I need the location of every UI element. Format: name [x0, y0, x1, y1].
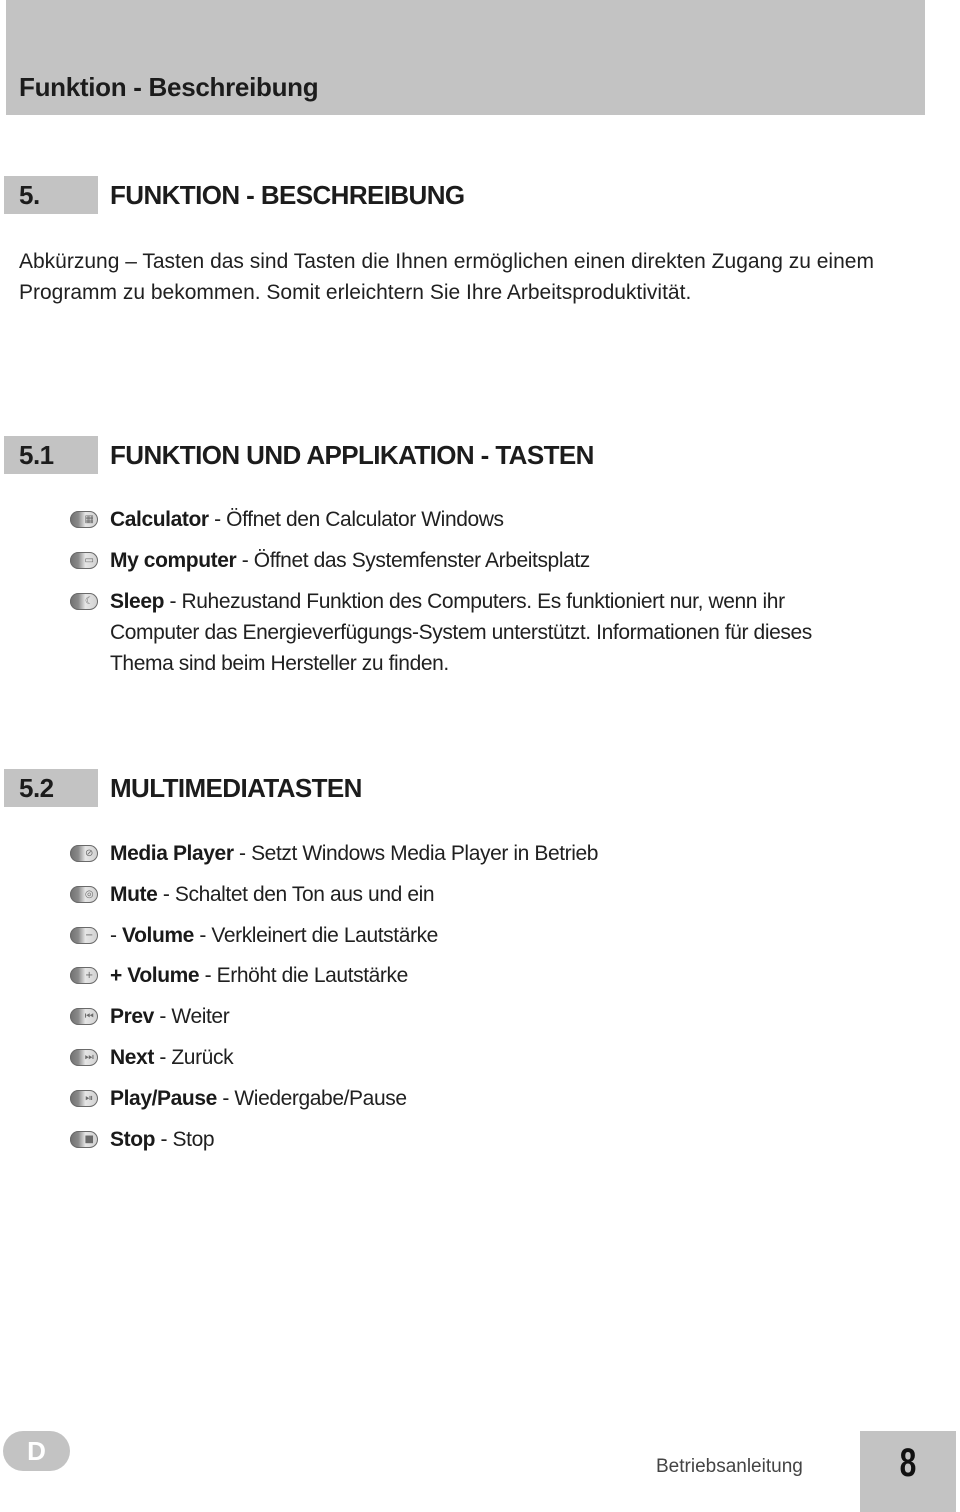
item-desc: - Verkleinert die Lautstärke — [193, 924, 438, 947]
prev-key-icon: ⏮ — [70, 1008, 98, 1025]
section-number-box: 5. — [4, 176, 98, 214]
item-desc: - Ruhezustand Funktion des Computers. Es… — [110, 590, 812, 675]
next-key-icon: ⏭ — [70, 1049, 98, 1066]
item-desc: - Weiter — [153, 1005, 230, 1028]
item-label: Prev — [110, 1005, 154, 1028]
volume-down-key-icon: − — [70, 927, 98, 944]
section-number: 5. — [19, 180, 40, 210]
list-item-media-player: ⊘ Media Player - Setzt Windows Media Pla… — [70, 838, 890, 869]
item-desc: - Wiedergabe/Pause — [216, 1087, 407, 1110]
list-item-play-pause: ⏯ Play/Pause - Wiedergabe/Pause — [70, 1083, 890, 1114]
section-5-heading: 5. FUNKTION - BESCHREIBUNG — [4, 176, 904, 214]
item-desc: - Setzt Windows Media Player in Betrieb — [233, 842, 599, 865]
item-label: Media Player — [110, 842, 234, 865]
item-label: Play/Pause — [110, 1087, 217, 1110]
item-desc: - Stop — [155, 1128, 215, 1151]
item-label: My computer — [110, 549, 237, 572]
calculator-key-icon: ▦ — [70, 511, 98, 528]
footer-label: Betriebsanleitung — [656, 1456, 803, 1477]
item-label: Calculator — [110, 508, 209, 531]
item-desc: - Öffnet den Calculator Windows — [208, 508, 504, 531]
section-number-box: 5.2 — [4, 769, 98, 807]
list-item-calculator: ▦ Calculator - Öffnet den Calculator Win… — [70, 504, 890, 535]
item-label: Mute — [110, 883, 158, 906]
item-label: Sleep — [110, 590, 165, 613]
item-label: Volume — [122, 924, 194, 947]
section-5-intro: Abkürzung – Tasten das sind Tasten die I… — [19, 250, 874, 304]
item-label: + Volume — [110, 964, 200, 987]
volume-up-key-icon: + — [70, 967, 98, 984]
item-desc: - Schaltet den Ton aus und ein — [157, 883, 435, 906]
list-item-stop: ■ Stop - Stop — [70, 1124, 890, 1155]
language-badge: D — [3, 1431, 70, 1471]
page-number: 8 — [899, 1441, 917, 1485]
section-number-box: 5.1 — [4, 436, 98, 474]
list-item-volume-down: − - Volume - Verkleinert die Lautstärke — [70, 920, 890, 951]
list-item-prev: ⏮ Prev - Weiter — [70, 1001, 890, 1032]
section-5-1-heading: 5.1 FUNKTION UND APPLIKATION - TASTEN — [4, 436, 904, 474]
section-title: FUNKTION UND APPLIKATION - TASTEN — [110, 440, 594, 470]
play-pause-key-icon: ⏯ — [70, 1090, 98, 1107]
section-title: FUNKTION - BESCHREIBUNG — [110, 180, 465, 210]
section-5-2-heading: 5.2 MULTIMEDIATASTEN — [4, 769, 904, 807]
list-item-volume-up: + + Volume - Erhöht die Lautstärke — [70, 960, 890, 991]
section-number: 5.1 — [19, 440, 54, 470]
list-item-my-computer: ▭ My computer - Öffnet das Systemfenster… — [70, 545, 890, 576]
mute-key-icon: ◎ — [70, 886, 98, 903]
sleep-key-icon: ☾ — [70, 593, 98, 610]
item-label: Next — [110, 1046, 154, 1069]
list-item-next: ⏭ Next - Zurück — [70, 1042, 890, 1073]
stop-key-icon: ■ — [70, 1131, 98, 1148]
section-number: 5.2 — [19, 773, 54, 803]
item-label: Stop — [110, 1128, 156, 1151]
item-desc: - Erhöht die Lautstärke — [199, 964, 409, 987]
page-header-title: Funktion - Beschreibung — [19, 72, 319, 102]
page-number-box: 8 — [860, 1431, 956, 1512]
item-desc: - Zurück — [153, 1046, 234, 1069]
media-player-key-icon: ⊘ — [70, 845, 98, 862]
item-prefix: - — [110, 924, 123, 947]
my-computer-key-icon: ▭ — [70, 552, 98, 569]
list-item-sleep: ☾ Sleep - Ruhezustand Funktion des Compu… — [70, 586, 860, 679]
item-desc: - Öffnet das Systemfenster Arbeitsplatz — [236, 549, 591, 572]
section-title: MULTIMEDIATASTEN — [110, 773, 362, 803]
list-item-mute: ◎ Mute - Schaltet den Ton aus und ein — [70, 879, 890, 910]
page-header-band: Funktion - Beschreibung — [6, 0, 925, 115]
